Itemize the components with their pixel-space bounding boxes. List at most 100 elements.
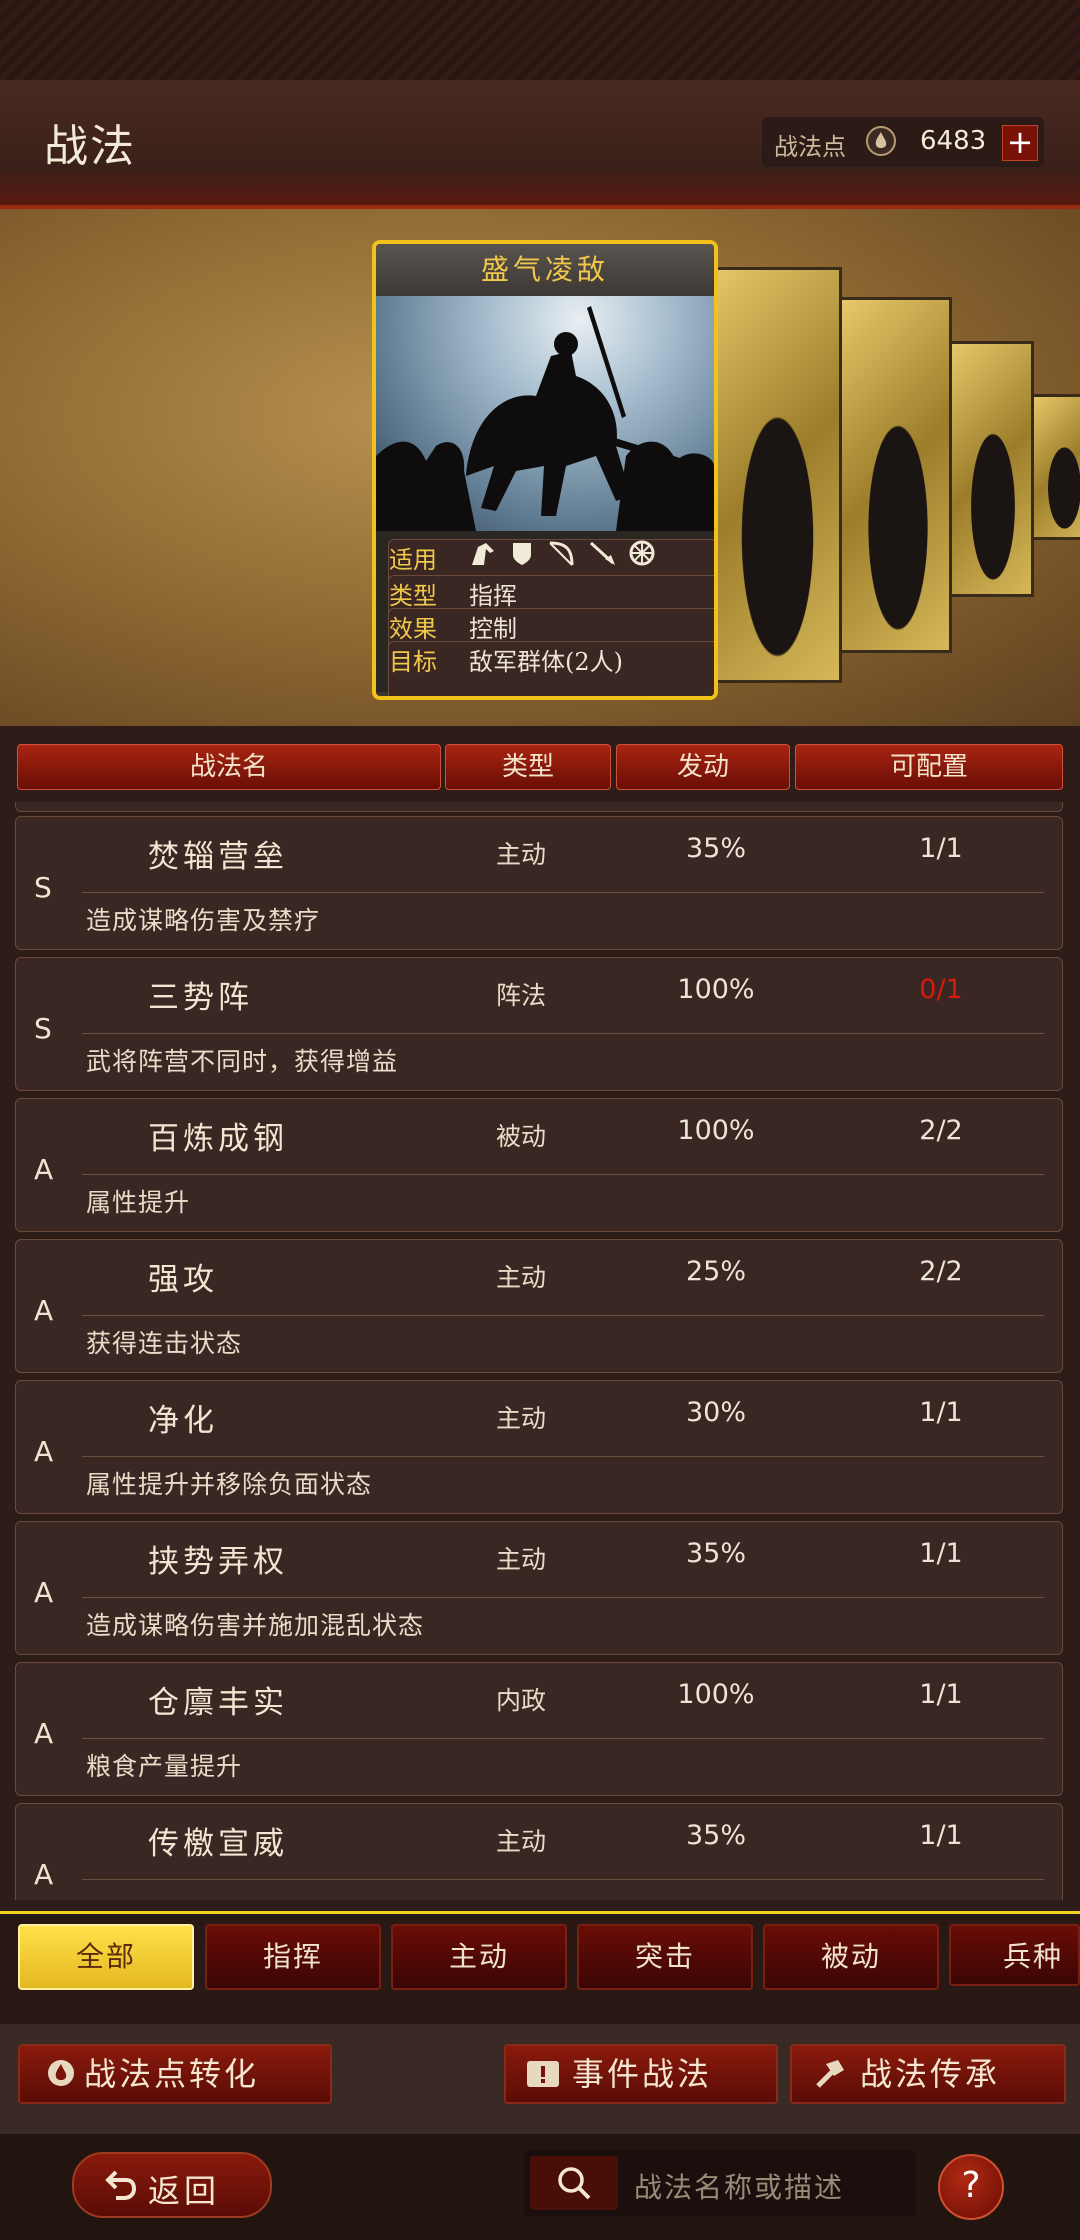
row-divider [82, 1033, 1044, 1034]
filter-tab-active[interactable]: 主动 [391, 1924, 567, 1990]
tactic-type: 主动 [496, 1545, 547, 1574]
table-row[interactable]: A 净化 主动 30% 1/1 属性提升并移除负面状态 [15, 1380, 1063, 1514]
column-header-rate[interactable]: 发动 [616, 744, 790, 790]
tactic-name: 挟势弄权 [148, 1544, 288, 1580]
filter-tab-all[interactable]: 全部 [18, 1924, 194, 1990]
tactic-name: 仓廪丰实 [148, 1685, 288, 1721]
tactic-type: 主动 [496, 840, 547, 869]
grade-badge: A [34, 1153, 54, 1186]
search-input[interactable]: 战法名称或描述 [634, 2166, 844, 2206]
tactic-description: 粮食产量提升 [86, 1752, 243, 1781]
table-row[interactable]: A 仓廪丰实 内政 100% 1/1 粮食产量提升 [15, 1662, 1063, 1796]
featured-tactic-card[interactable]: 盛气凌敌 适用 类型 指挥 效果 控制 目标 敌军群体(2人) [372, 240, 718, 700]
tactic-description: 造成谋略伤害及禁疗 [86, 906, 321, 935]
grade-badge: A [34, 1435, 54, 1468]
tactic-rate: 100% [677, 1115, 755, 1146]
tactic-name: 传檄宣威 [148, 1826, 288, 1862]
search-icon [558, 2167, 591, 2200]
grade-badge: A [34, 1576, 54, 1609]
tactic-config: 0/1 [919, 974, 963, 1005]
tactic-name: 强攻 [148, 1262, 218, 1298]
search-button[interactable] [530, 2156, 618, 2210]
tactic-rate: 35% [685, 1538, 746, 1569]
filter-tab-command[interactable]: 指挥 [205, 1924, 381, 1990]
header: 战法 战法点 6483 + [0, 80, 1080, 209]
row-divider [82, 1597, 1044, 1598]
table-row[interactable] [15, 802, 1063, 812]
table-row[interactable]: S 三势阵 阵法 100% 0/1 武将阵营不同时，获得增益 [15, 957, 1063, 1091]
target-label: 目标 [389, 648, 437, 676]
grade-badge: A [34, 1858, 54, 1891]
carousel-card[interactable] [706, 267, 842, 683]
featured-tactic-name: 盛气凌敌 [376, 244, 714, 296]
row-divider [82, 1174, 1044, 1175]
grade-badge: A [34, 1717, 54, 1750]
column-header-config[interactable]: 可配置 [795, 744, 1063, 790]
tactic-type: 阵法 [496, 981, 547, 1010]
help-button[interactable]: ? [938, 2154, 1004, 2220]
grade-badge: S [34, 871, 52, 904]
add-points-button[interactable]: + [1002, 125, 1038, 161]
tactic-type: 内政 [496, 1686, 547, 1715]
filter-tab-passive[interactable]: 被动 [763, 1924, 939, 1990]
back-button[interactable]: 返回 [72, 2152, 272, 2218]
tactic-rate: 25% [685, 1256, 746, 1287]
tactic-artwork [376, 296, 714, 531]
tactic-config: 1/1 [919, 1538, 963, 1569]
inherit-tactic-label: 战法传承 [860, 2055, 1001, 2093]
scroll-icon [527, 2061, 559, 2087]
grade-badge: A [34, 1294, 54, 1327]
filter-tab-assault[interactable]: 突击 [577, 1924, 753, 1990]
row-divider [82, 1879, 1044, 1880]
row-divider [82, 1315, 1044, 1316]
tactic-config: 1/1 [919, 1397, 963, 1428]
tactic-points-label: 战法点 [774, 133, 846, 161]
cavalry-icon [472, 543, 494, 565]
tactic-name: 焚辎营垒 [148, 839, 288, 875]
convert-points-button[interactable]: 战法点转化 [18, 2044, 332, 2104]
table-row[interactable]: A 挟势弄权 主动 35% 1/1 造成谋略伤害并施加混乱状态 [15, 1521, 1063, 1655]
tactic-description: 造成谋略伤害并施加混乱状态 [86, 1611, 425, 1640]
tactic-list[interactable]: S 焚辎营垒 主动 35% 1/1 造成谋略伤害及禁疗 S 三势阵 阵法 100… [15, 802, 1063, 1900]
shield-icon [513, 543, 532, 565]
tactic-name: 三势阵 [148, 980, 253, 1016]
filter-tab-troop[interactable]: 兵种 [949, 1924, 1080, 1986]
effect-label: 效果 [389, 615, 437, 643]
table-row[interactable]: A 传檄宣威 主动 35% 1/1 [15, 1803, 1063, 1900]
spear-icon [590, 541, 616, 565]
tactic-config: 1/1 [919, 1820, 963, 1851]
column-header-type[interactable]: 类型 [445, 744, 611, 790]
tactic-type: 主动 [496, 1263, 547, 1292]
event-tactics-label: 事件战法 [572, 2055, 713, 2093]
table-row[interactable]: A 百炼成钢 被动 100% 2/2 属性提升 [15, 1098, 1063, 1232]
table-row[interactable]: S 焚辎营垒 主动 35% 1/1 造成谋略伤害及禁疗 [15, 816, 1063, 950]
target-value: 敌军群体(2人) [469, 648, 623, 676]
use-label: 适用 [389, 546, 437, 574]
tactic-config: 2/2 [919, 1256, 963, 1287]
search-box[interactable]: 战法名称或描述 [524, 2150, 916, 2216]
tactic-rate: 100% [677, 1679, 755, 1710]
tactic-config: 1/1 [919, 1679, 963, 1710]
row-divider [82, 1456, 1044, 1457]
tactic-table: 战法名 类型 发动 可配置 S 焚辎营垒 主动 35% 1/1 造成谋略伤害及禁… [0, 726, 1080, 1911]
wheel-icon [629, 540, 655, 566]
fire-icon [866, 126, 896, 156]
filter-tabs: 全部 指挥 主动 突击 被动 兵种 [0, 1911, 1080, 2026]
back-arrow-icon [105, 2170, 137, 2200]
tactic-type: 被动 [496, 1122, 547, 1151]
column-header-name[interactable]: 战法名 [17, 744, 441, 790]
carousel-card[interactable] [838, 297, 952, 653]
tactic-name: 净化 [148, 1403, 218, 1439]
event-tactics-button[interactable]: 事件战法 [504, 2044, 778, 2104]
inherit-tactic-button[interactable]: 战法传承 [790, 2044, 1066, 2104]
table-row[interactable]: A 强攻 主动 25% 2/2 获得连击状态 [15, 1239, 1063, 1373]
carousel-card[interactable] [1030, 394, 1080, 540]
tactic-description: 武将阵营不同时，获得增益 [86, 1047, 399, 1076]
carousel-card[interactable] [948, 341, 1034, 597]
back-label: 返回 [148, 2172, 221, 2210]
applicable-units [468, 539, 662, 567]
hammer-icon [816, 2060, 844, 2088]
convert-points-label: 战法点转化 [84, 2055, 260, 2093]
action-bar: 战法点转化 事件战法 战法传承 [0, 2024, 1080, 2134]
tactic-points-value: 6483 [920, 126, 987, 156]
